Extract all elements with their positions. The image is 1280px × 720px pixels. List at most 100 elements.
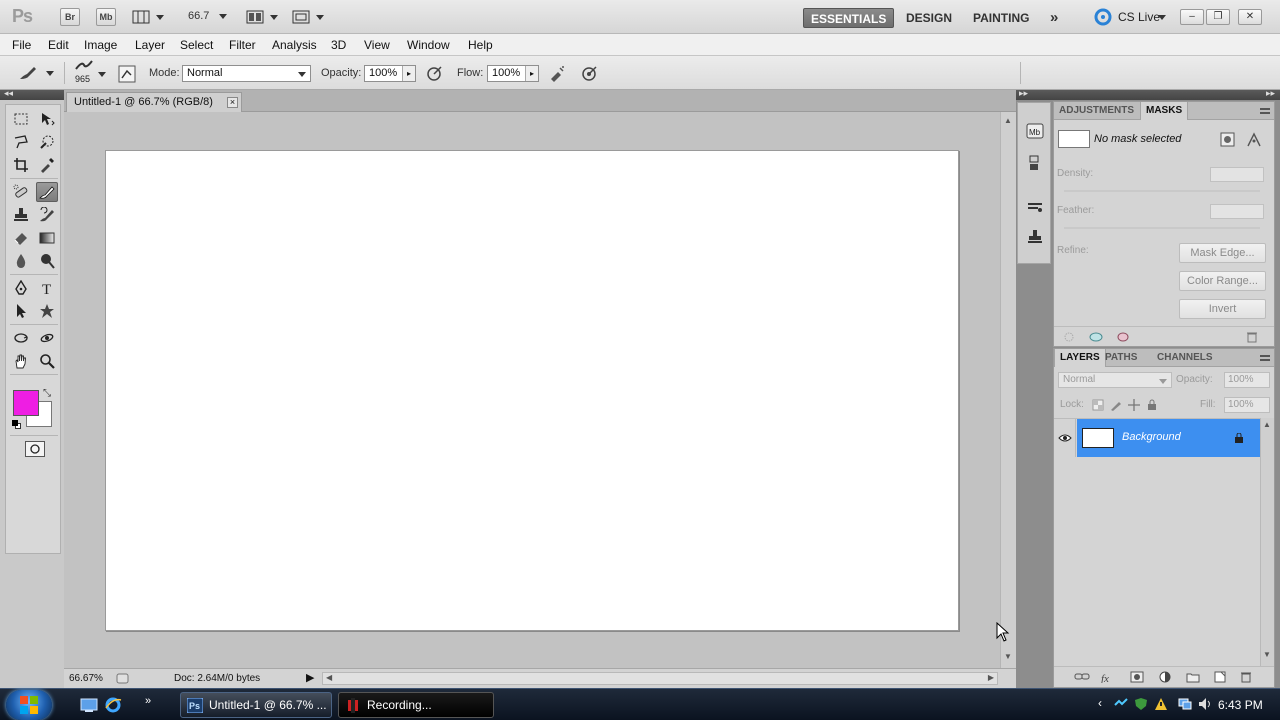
right-panels-header[interactable]: ▸▸ bbox=[1052, 88, 1280, 100]
volume-tray-icon[interactable] bbox=[1198, 697, 1212, 711]
scroll-down-icon[interactable]: ▼ bbox=[1004, 652, 1012, 661]
3d-rotate-tool[interactable] bbox=[10, 328, 32, 348]
path-selection-tool[interactable] bbox=[10, 301, 32, 321]
show-desktop-icon[interactable] bbox=[80, 697, 98, 713]
brush-tool[interactable] bbox=[36, 182, 58, 202]
tab-masks[interactable]: MASKS bbox=[1140, 102, 1189, 120]
new-group-icon[interactable] bbox=[1186, 671, 1200, 683]
new-layer-icon[interactable] bbox=[1214, 671, 1226, 683]
blur-tool[interactable] bbox=[10, 251, 32, 271]
start-button[interactable] bbox=[6, 690, 52, 720]
zoom-status-field[interactable]: 66.67% bbox=[69, 673, 103, 684]
flow-slider-toggle[interactable]: ▸ bbox=[525, 66, 538, 81]
gradient-tool[interactable] bbox=[36, 228, 58, 248]
mask-edge-button[interactable]: Mask Edge... bbox=[1179, 243, 1266, 263]
security-alert-tray-icon[interactable] bbox=[1154, 697, 1168, 711]
vector-mask-icon[interactable] bbox=[1246, 132, 1262, 148]
feather-input[interactable] bbox=[1210, 204, 1264, 219]
hand-tool[interactable] bbox=[10, 351, 32, 371]
rectangular-marquee-tool[interactable] bbox=[10, 109, 32, 129]
tablet-opacity-button[interactable] bbox=[425, 65, 443, 83]
scroll-down-icon[interactable]: ▼ bbox=[1263, 650, 1271, 659]
menu-image[interactable]: Image bbox=[84, 38, 117, 52]
pixel-mask-icon[interactable] bbox=[1220, 132, 1236, 148]
more-workspaces-button[interactable]: » bbox=[1050, 8, 1058, 28]
layer-visibility-toggle[interactable] bbox=[1054, 419, 1076, 457]
default-colors-icon[interactable] bbox=[12, 420, 21, 429]
brush-presets-panel-button[interactable] bbox=[1024, 197, 1046, 217]
workspace-design[interactable]: DESIGN bbox=[906, 8, 952, 28]
brush-panel-toggle[interactable] bbox=[118, 65, 136, 83]
spot-healing-brush-tool[interactable] bbox=[10, 182, 32, 202]
quick-mask-button[interactable] bbox=[25, 441, 45, 457]
tab-channels[interactable]: CHANNELS bbox=[1152, 349, 1218, 367]
menu-analysis[interactable]: Analysis bbox=[272, 38, 317, 52]
menu-view[interactable]: View bbox=[364, 38, 390, 52]
scroll-up-icon[interactable]: ▲ bbox=[1263, 420, 1271, 429]
tool-preset-picker[interactable] bbox=[18, 64, 58, 84]
mini-bridge-panel-button[interactable]: Mb bbox=[1024, 121, 1046, 141]
close-window-button[interactable]: ✕ bbox=[1238, 9, 1262, 25]
menu-file[interactable]: File bbox=[12, 38, 31, 52]
vertical-scrollbar[interactable]: ▲ ▼ bbox=[1000, 112, 1016, 668]
document-canvas[interactable] bbox=[105, 150, 959, 631]
quick-launch-overflow-icon[interactable]: » bbox=[145, 695, 151, 707]
mode-select[interactable]: Normal bbox=[182, 65, 311, 82]
delete-layer-icon[interactable] bbox=[1240, 671, 1252, 683]
internet-explorer-icon[interactable] bbox=[104, 696, 122, 714]
menu-3d[interactable]: 3D bbox=[331, 38, 346, 52]
dodge-tool[interactable] bbox=[36, 251, 58, 271]
fill-input[interactable]: 100% bbox=[1224, 397, 1270, 413]
lock-transparent-pixels-icon[interactable] bbox=[1092, 399, 1104, 411]
link-layers-icon[interactable] bbox=[1074, 671, 1090, 683]
zoom-tool[interactable] bbox=[36, 351, 58, 371]
scroll-right-icon[interactable]: ▶ bbox=[988, 673, 994, 682]
horizontal-scrollbar[interactable]: ◀ ▶ bbox=[322, 672, 998, 685]
taskbar-item-photoshop[interactable]: Ps Untitled-1 @ 66.7% ... bbox=[180, 692, 332, 718]
opacity-input[interactable]: 100% ▸ bbox=[364, 65, 416, 82]
clone-source-panel-button[interactable] bbox=[1024, 227, 1046, 247]
eyedropper-tool[interactable] bbox=[36, 155, 58, 175]
workspace-painting[interactable]: PAINTING bbox=[973, 8, 1029, 28]
screen-mode-button[interactable] bbox=[292, 9, 326, 25]
swap-colors-icon[interactable]: ⤡ bbox=[43, 388, 51, 399]
eraser-tool[interactable] bbox=[10, 228, 32, 248]
menu-layer[interactable]: Layer bbox=[135, 38, 165, 52]
status-info-icon[interactable] bbox=[116, 673, 130, 685]
workspace-essentials[interactable]: ESSENTIALS bbox=[803, 8, 895, 28]
menu-edit[interactable]: Edit bbox=[48, 38, 69, 52]
dock-header[interactable]: ▸▸ bbox=[1016, 88, 1052, 100]
menu-window[interactable]: Window bbox=[407, 38, 450, 52]
taskbar-item-recording[interactable]: Recording... bbox=[338, 692, 494, 718]
view-extras-button[interactable] bbox=[132, 9, 166, 25]
zoom-level-control[interactable]: 66.7 bbox=[188, 10, 232, 24]
custom-shape-tool[interactable] bbox=[36, 301, 58, 321]
type-tool[interactable]: T bbox=[36, 278, 58, 298]
color-range-button[interactable]: Color Range... bbox=[1179, 271, 1266, 291]
flow-input[interactable]: 100% ▸ bbox=[487, 65, 539, 82]
menu-help[interactable]: Help bbox=[468, 38, 493, 52]
density-slider[interactable] bbox=[1064, 190, 1260, 192]
quick-selection-tool[interactable] bbox=[36, 132, 58, 152]
layer-style-icon[interactable]: fx bbox=[1100, 671, 1116, 683]
airbrush-button[interactable] bbox=[548, 65, 566, 83]
scroll-left-icon[interactable]: ◀ bbox=[326, 673, 332, 682]
density-input[interactable] bbox=[1210, 167, 1264, 182]
3d-orbit-tool[interactable] bbox=[36, 328, 58, 348]
crop-tool[interactable] bbox=[10, 155, 32, 175]
tab-adjustments[interactable]: ADJUSTMENTS bbox=[1054, 102, 1139, 120]
close-icon[interactable]: × bbox=[227, 97, 238, 108]
clone-stamp-tool[interactable] bbox=[10, 205, 32, 225]
panel-menu-icon[interactable] bbox=[1260, 108, 1270, 114]
panel-menu-icon[interactable] bbox=[1260, 355, 1270, 361]
shield-tray-icon[interactable] bbox=[1134, 697, 1148, 711]
network-connection-tray-icon[interactable] bbox=[1178, 697, 1192, 711]
network-tray-icon[interactable] bbox=[1114, 697, 1128, 711]
arrange-documents-button[interactable] bbox=[246, 9, 280, 25]
cs-live-menu[interactable]: CS Live bbox=[1094, 8, 1168, 26]
blend-mode-select[interactable]: Normal bbox=[1058, 372, 1172, 388]
mini-bridge-button[interactable]: Mb bbox=[96, 8, 116, 26]
opacity-slider-toggle[interactable]: ▸ bbox=[402, 66, 415, 81]
lock-position-icon[interactable] bbox=[1128, 399, 1140, 411]
tab-paths[interactable]: PATHS bbox=[1100, 349, 1142, 367]
